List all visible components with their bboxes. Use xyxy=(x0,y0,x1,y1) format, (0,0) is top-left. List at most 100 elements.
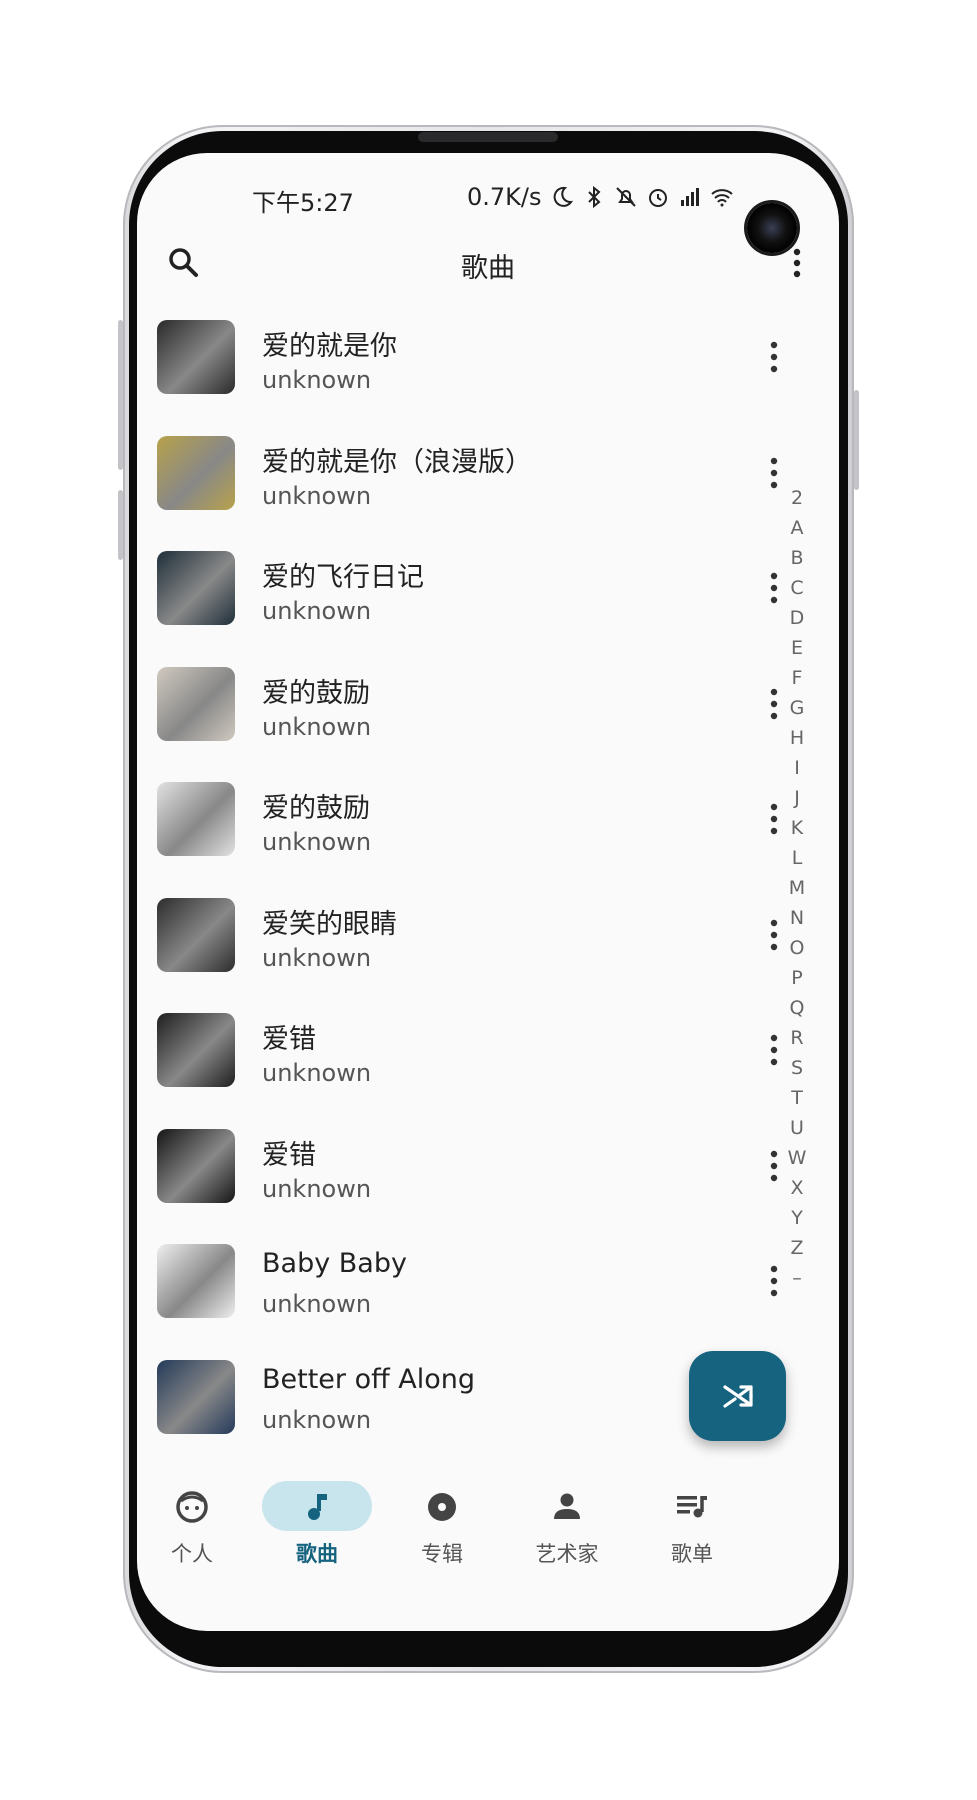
alphabet-letter[interactable]: P xyxy=(782,963,812,993)
song-row[interactable]: Baby Baby unknown xyxy=(137,1234,839,1350)
nav-label: 艺术家 xyxy=(535,1542,599,1566)
alphabet-letter[interactable]: X xyxy=(782,1173,812,1203)
signal-icon xyxy=(680,188,699,206)
nav-item-playlists[interactable]: 歌单 xyxy=(622,1473,762,1573)
album-cover-image xyxy=(157,551,235,625)
song-row[interactable]: 爱错 unknown xyxy=(137,1119,839,1235)
screen: 下午5:27 0.7K/s 歌曲 爱的就是你 unknown 爱的就是你（浪漫版） u… xyxy=(137,153,839,1631)
more-vert-icon[interactable] xyxy=(775,241,819,285)
alphabet-index[interactable]: 2 A B C D E F G H I J K L M N O P Q R S T U W X Y Z – xyxy=(782,483,812,1293)
song-row[interactable]: 爱笑的眼睛 unknown xyxy=(137,888,839,1004)
song-row[interactable]: 爱的就是你（浪漫版） unknown xyxy=(137,426,839,542)
song-title: 爱的鼓励 xyxy=(262,793,370,824)
song-title: 爱笑的眼睛 xyxy=(262,908,397,940)
earpiece-speaker xyxy=(418,132,558,142)
alphabet-letter[interactable]: F xyxy=(782,663,812,693)
more-vert-icon[interactable] xyxy=(759,332,789,382)
album-cover-image xyxy=(157,782,235,856)
alphabet-letter[interactable]: I xyxy=(782,753,812,783)
wifi-icon xyxy=(710,189,733,207)
alphabet-letter[interactable]: M xyxy=(782,873,812,903)
alphabet-letter[interactable]: 2 xyxy=(782,483,812,513)
bluetooth-icon xyxy=(587,185,600,209)
album-icon xyxy=(428,1493,456,1521)
nav-label: 歌曲 xyxy=(296,1542,338,1566)
song-title: Better off Along xyxy=(262,1363,476,1395)
alphabet-letter[interactable]: S xyxy=(782,1053,812,1083)
alphabet-letter[interactable]: J xyxy=(782,783,812,813)
alphabet-letter[interactable]: W xyxy=(782,1143,812,1173)
song-artist: unknown xyxy=(262,1290,372,1318)
song-title: 爱错 xyxy=(262,1024,316,1055)
alphabet-letter[interactable]: E xyxy=(782,633,812,663)
song-row[interactable]: 爱的鼓励 unknown xyxy=(137,772,839,888)
music-note-icon xyxy=(308,1494,327,1520)
alphabet-letter[interactable]: A xyxy=(782,513,812,543)
album-cover-image xyxy=(157,435,235,510)
album-cover-image xyxy=(157,897,235,972)
person-icon xyxy=(554,1493,580,1519)
alphabet-letter[interactable]: L xyxy=(782,843,812,873)
song-row[interactable]: 爱错 unknown xyxy=(137,1003,839,1119)
nav-label: 专辑 xyxy=(421,1542,463,1566)
alphabet-letter[interactable]: C xyxy=(782,573,812,603)
alphabet-letter[interactable]: N xyxy=(782,903,812,933)
alphabet-letter[interactable]: R xyxy=(782,1023,812,1053)
alphabet-letter[interactable]: O xyxy=(782,933,812,963)
volume-button xyxy=(118,320,123,470)
page-title: 歌曲 xyxy=(461,253,515,284)
alphabet-letter[interactable]: T xyxy=(782,1083,812,1113)
status-icons: 0.7K/s xyxy=(467,183,734,211)
song-title: 爱的就是你（浪漫版） xyxy=(262,446,532,478)
song-artist: unknown xyxy=(262,597,372,625)
song-list: 爱的就是你 unknown 爱的就是你（浪漫版） unknown 爱的飞行日记 unkno… xyxy=(137,310,839,1465)
nav-item-songs[interactable]: 歌曲 xyxy=(247,1473,387,1573)
song-title: 爱的就是你 xyxy=(262,331,397,362)
alphabet-letter[interactable]: G xyxy=(782,693,812,723)
album-cover-image xyxy=(157,1244,235,1318)
moon-icon xyxy=(553,186,573,207)
alphabet-letter[interactable]: H xyxy=(782,723,812,753)
face-icon xyxy=(176,1491,208,1523)
net-speed: 0.7K/s xyxy=(467,183,542,211)
song-row[interactable]: 爱的鼓励 unknown xyxy=(137,657,839,773)
nav-item-artists[interactable]: 艺术家 xyxy=(497,1473,637,1573)
alphabet-letter[interactable]: – xyxy=(782,1263,812,1293)
alphabet-letter[interactable]: K xyxy=(782,813,812,843)
song-row[interactable]: 爱的飞行日记 unknown xyxy=(137,541,839,657)
song-artist: unknown xyxy=(262,366,372,394)
album-cover-image xyxy=(157,1359,235,1434)
alphabet-letter[interactable]: Z xyxy=(782,1233,812,1263)
song-title: 爱的鼓励 xyxy=(262,677,370,709)
song-artist: unknown xyxy=(262,481,372,510)
song-row[interactable]: 爱的就是你 unknown xyxy=(137,310,839,426)
power-button xyxy=(854,390,859,490)
song-artist: unknown xyxy=(262,943,372,972)
song-artist: unknown xyxy=(262,1405,372,1434)
alphabet-letter[interactable]: Y xyxy=(782,1203,812,1233)
alphabet-letter[interactable]: B xyxy=(782,543,812,573)
album-cover-image xyxy=(157,666,235,741)
status-bar: 下午5:27 0.7K/s xyxy=(137,183,839,253)
album-cover-image xyxy=(157,1128,235,1203)
bottom-nav: 个人 歌曲 专辑 艺术家 歌单 xyxy=(137,1473,839,1583)
song-title: Baby Baby xyxy=(262,1248,407,1279)
song-title: 爱的飞行日记 xyxy=(262,562,424,593)
alphabet-letter[interactable]: Q xyxy=(782,993,812,1023)
nav-item-personal[interactable]: 个人 xyxy=(137,1473,262,1573)
song-title: 爱错 xyxy=(262,1139,316,1171)
song-artist: unknown xyxy=(262,828,372,856)
song-artist: unknown xyxy=(262,1059,372,1087)
alphabet-letter[interactable]: U xyxy=(782,1113,812,1143)
nav-label: 个人 xyxy=(171,1542,213,1566)
album-cover-image xyxy=(157,320,235,394)
nav-item-albums[interactable]: 专辑 xyxy=(372,1473,512,1573)
alarm-icon xyxy=(648,189,667,207)
song-artist: unknown xyxy=(262,712,372,741)
nav-label: 歌单 xyxy=(671,1542,713,1566)
app-bar: 歌曲 xyxy=(137,228,839,298)
alphabet-letter[interactable]: D xyxy=(782,603,812,633)
status-time: 下午5:27 xyxy=(252,189,354,217)
song-artist: unknown xyxy=(262,1174,372,1203)
shuffle-button[interactable] xyxy=(689,1351,786,1441)
